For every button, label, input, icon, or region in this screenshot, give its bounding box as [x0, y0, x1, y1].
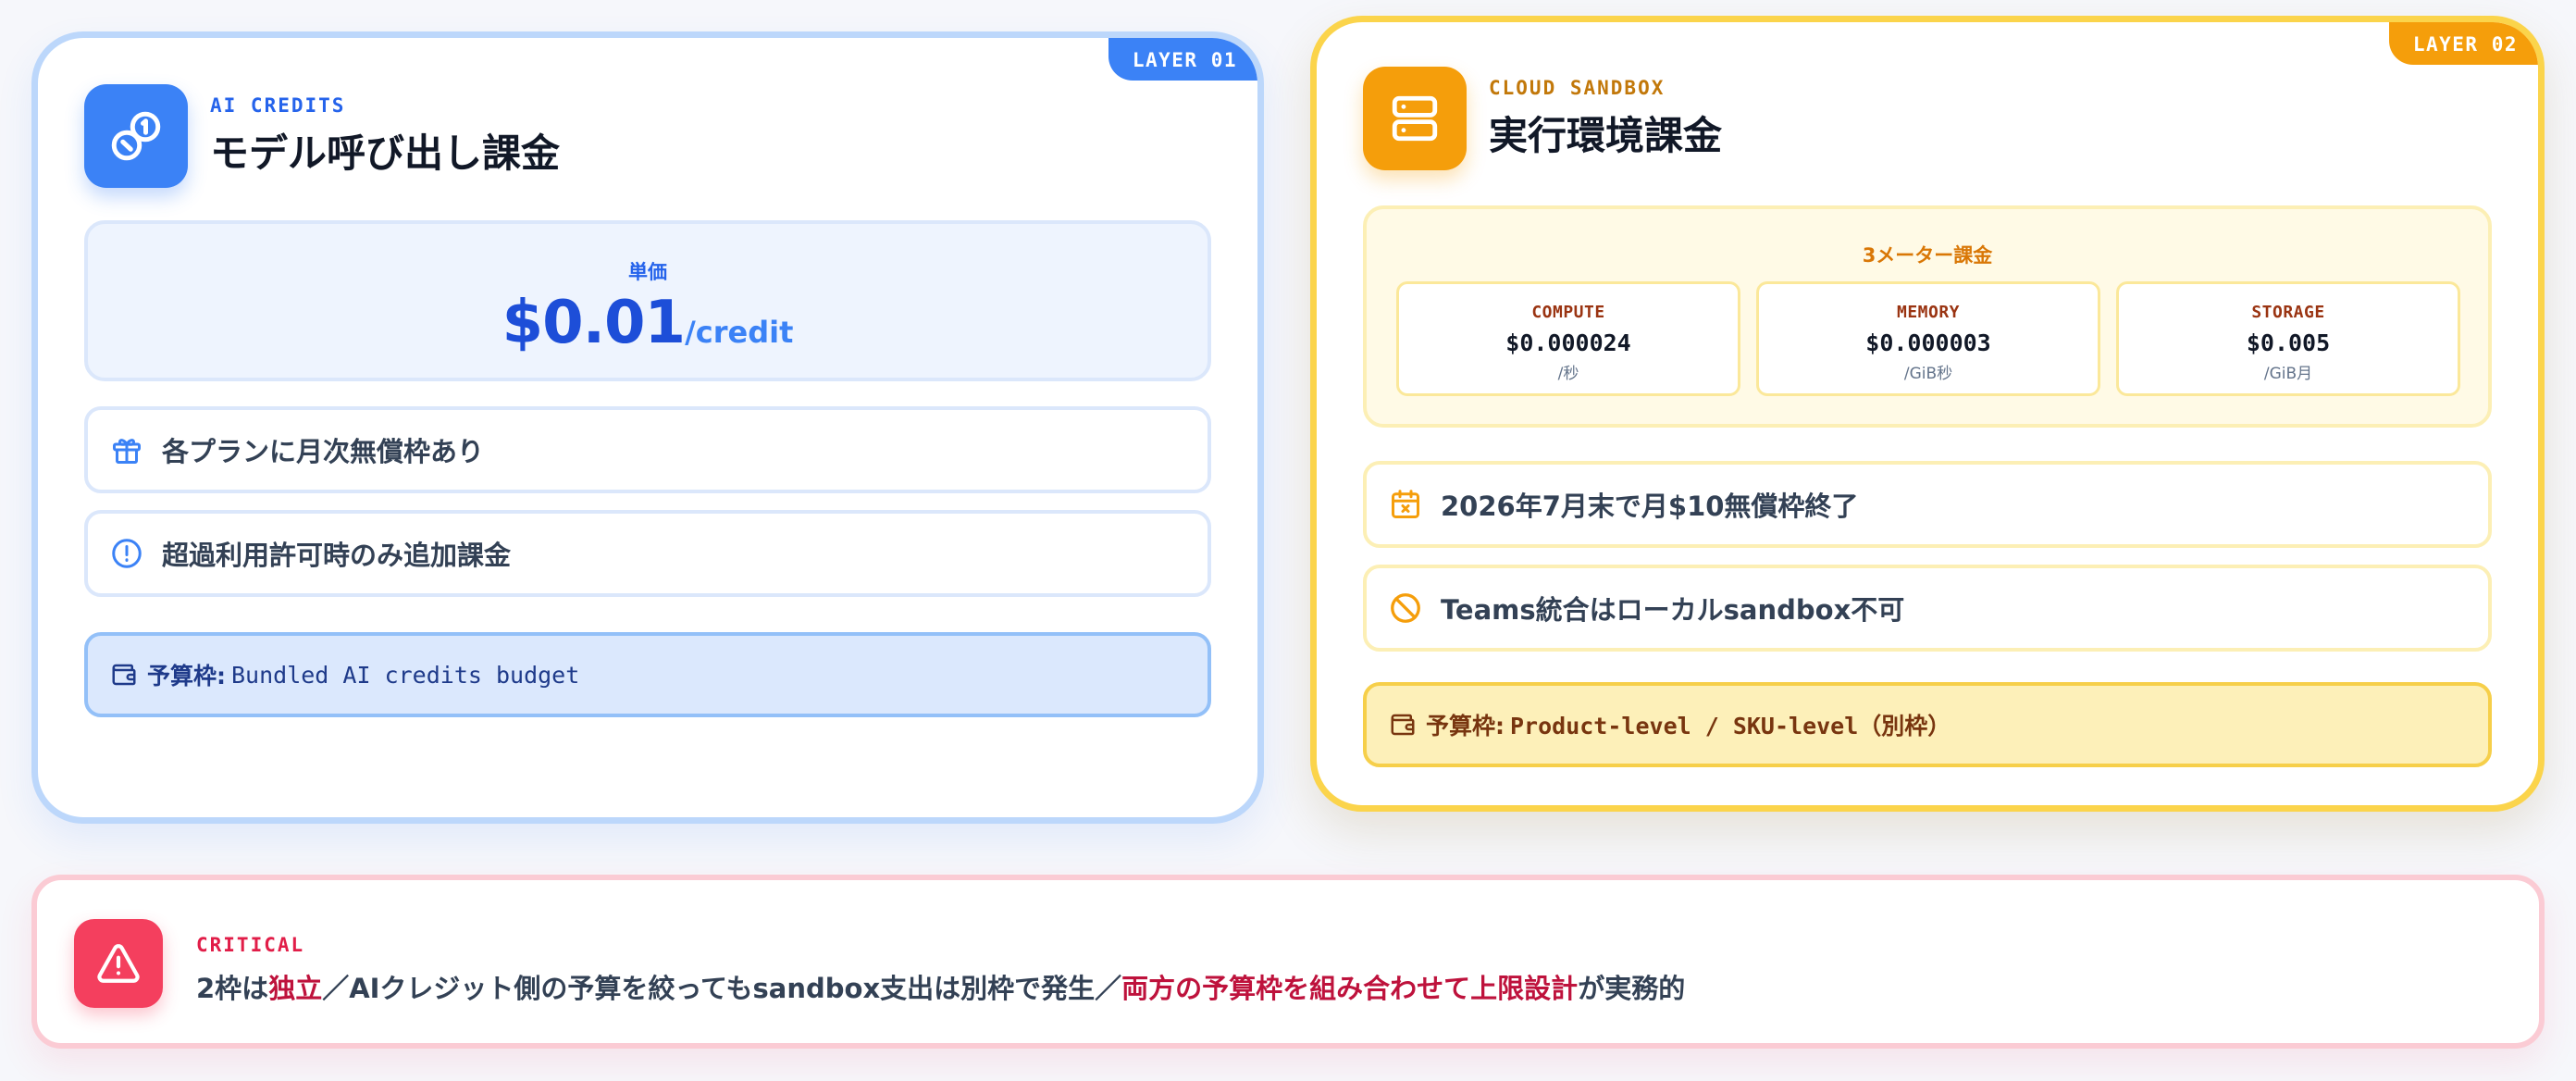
- meter-unit: /GiB月: [2263, 365, 2313, 383]
- feature-text: 2026年7月末で月$10無償枠終了: [1441, 491, 1859, 522]
- ban-icon: [1391, 593, 1420, 623]
- budget-value: Product-level / SKU-level（別枠）: [1510, 713, 1951, 739]
- critical-banner: CRITICAL 2枠は独立／AIクレジット側の予算を絞ってもsandbox支出…: [31, 875, 2545, 1049]
- price-unit: /credit: [685, 315, 794, 350]
- meter-price: $0.000003: [1865, 329, 1991, 356]
- meter-name: STORAGE: [2251, 303, 2325, 322]
- budget-value: Bundled AI credits budget: [231, 661, 580, 689]
- meter-unit: /秒: [1557, 365, 1579, 383]
- meter-title: 3メーター課金: [1862, 244, 1993, 267]
- meter-unit: /GiB秒: [1903, 365, 1953, 383]
- meter-name: MEMORY: [1896, 303, 1961, 322]
- feature-text: 各プランに月次無償枠あり: [162, 436, 485, 467]
- card-kicker: CLOUD SANDBOX: [1489, 76, 1666, 99]
- wallet-icon: [1391, 714, 1415, 736]
- critical-emphasis: 独立: [268, 973, 323, 1004]
- layer-tag: LAYER 02: [2388, 22, 2538, 65]
- card-header: AI CREDITS モデル呼び出し課金: [84, 84, 560, 188]
- cloud-sandbox-card: LAYER 02 CLOUD SANDBOX 実行環境課金 3メーター課金 CO…: [1310, 16, 2545, 812]
- feature-text: Teams統合はローカルsandbox不可: [1441, 594, 1905, 626]
- budget-key: 予算枠:: [147, 663, 226, 690]
- ai-credits-card: LAYER 01 AI CREDITS モデル呼び出し課金 単価 $0.01/c…: [31, 31, 1264, 824]
- layer-tag: LAYER 01: [1108, 38, 1257, 81]
- meter-price: $0.005: [2246, 329, 2331, 356]
- price-amount: $0.01: [502, 289, 686, 357]
- meter-panel: 3メーター課金 COMPUTE $0.000024 /秒 MEMORY $0.0…: [1363, 205, 2492, 428]
- meter-price: $0.000024: [1505, 329, 1631, 356]
- card-title: モデル呼び出し課金: [210, 130, 561, 176]
- critical-text: が実務的: [1578, 973, 1686, 1004]
- budget-key: 予算枠:: [1426, 713, 1505, 739]
- critical-text: 2枠は: [196, 973, 269, 1004]
- feature-row: Teams統合はローカルsandbox不可: [1363, 565, 2492, 652]
- feature-row: 2026年7月末で月$10無償枠終了: [1363, 461, 2492, 548]
- gift-icon: [113, 439, 141, 464]
- alert-circle-icon: [112, 539, 142, 568]
- budget-row: 予算枠: Product-level / SKU-level（別枠）: [1363, 682, 2492, 767]
- card-header: CLOUD SANDBOX 実行環境課金: [1363, 67, 1722, 170]
- meter-compute: COMPUTE $0.000024 /秒: [1396, 281, 1740, 396]
- warning-triangle-icon: [74, 919, 163, 1008]
- card-kicker: AI CREDITS: [210, 93, 346, 117]
- unit-price-panel: 単価 $0.01/credit: [84, 220, 1211, 381]
- wallet-icon: [112, 664, 136, 686]
- card-title: 実行環境課金: [1489, 112, 1723, 158]
- price-label: 単価: [628, 261, 667, 283]
- meter-memory: MEMORY $0.000003 /GiB秒: [1756, 281, 2100, 396]
- critical-text: ／AIクレジット側の予算を絞ってもsandbox支出は別枠で発生／: [322, 973, 1122, 1004]
- budget-row: 予算枠: Bundled AI credits budget: [84, 632, 1211, 717]
- feature-row: 超過利用許可時のみ追加課金: [84, 510, 1211, 597]
- price-value: $0.01/credit: [88, 289, 1208, 357]
- feature-row: 各プランに月次無償枠あり: [84, 406, 1211, 493]
- meter-name: COMPUTE: [1531, 303, 1605, 322]
- critical-message: 2枠は独立／AIクレジット側の予算を絞ってもsandbox支出は別枠で発生／両方…: [196, 967, 1685, 1006]
- feature-text: 超過利用許可時のみ追加課金: [162, 540, 512, 571]
- server-icon: [1363, 67, 1467, 170]
- meter-storage: STORAGE $0.005 /GiB月: [2116, 281, 2460, 396]
- critical-kicker: CRITICAL: [196, 934, 305, 956]
- calendar-x-icon: [1392, 490, 1419, 518]
- coins-icon: [84, 84, 188, 188]
- critical-emphasis: 両方の予算枠を組み合わせて上限設計: [1121, 973, 1579, 1004]
